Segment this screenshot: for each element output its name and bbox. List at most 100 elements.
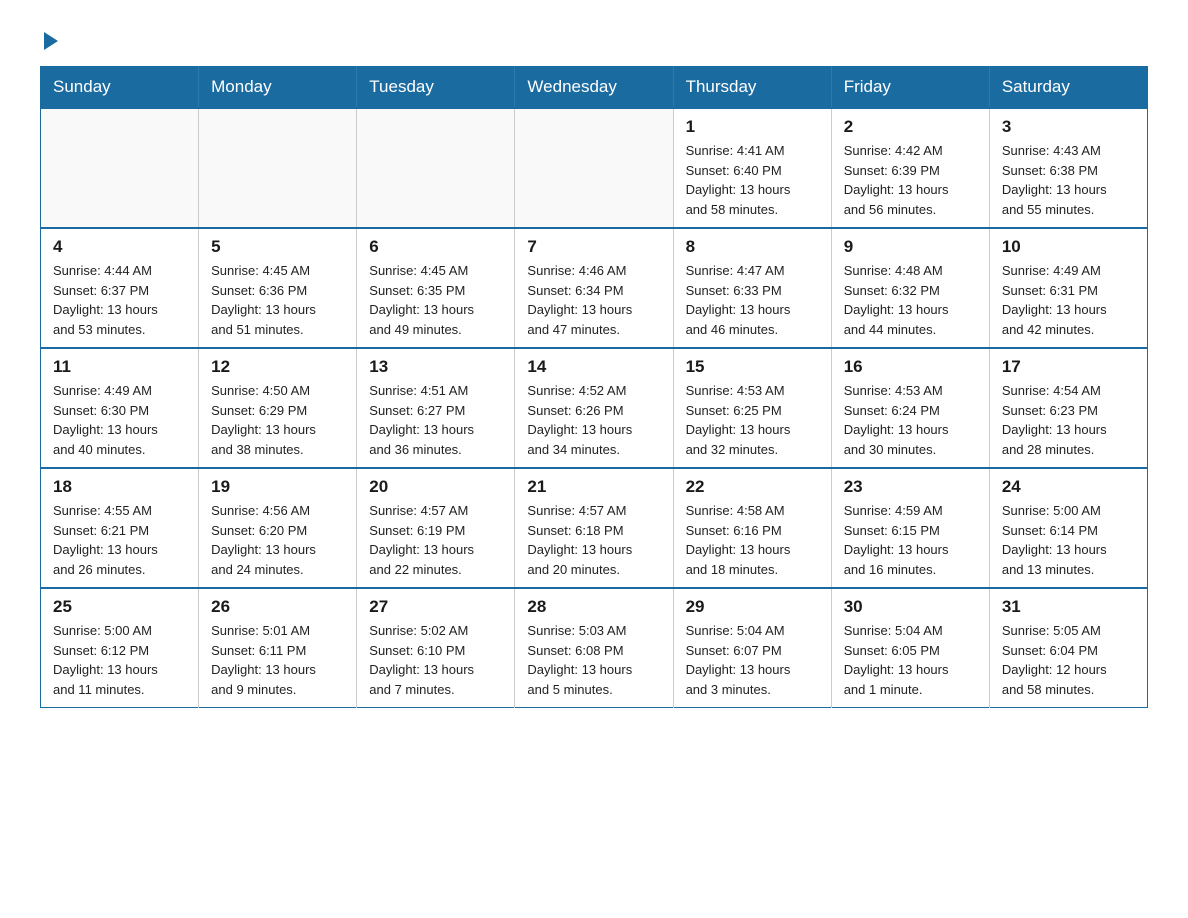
day-info: Sunrise: 4:49 AMSunset: 6:31 PMDaylight:… — [1002, 261, 1135, 339]
day-info: Sunrise: 4:45 AMSunset: 6:35 PMDaylight:… — [369, 261, 502, 339]
day-number: 5 — [211, 237, 344, 257]
day-info: Sunrise: 5:01 AMSunset: 6:11 PMDaylight:… — [211, 621, 344, 699]
calendar-cell: 27 Sunrise: 5:02 AMSunset: 6:10 PMDayligh… — [357, 588, 515, 708]
day-info: Sunrise: 4:43 AMSunset: 6:38 PMDaylight:… — [1002, 141, 1135, 219]
day-info: Sunrise: 4:51 AMSunset: 6:27 PMDaylight:… — [369, 381, 502, 459]
day-info: Sunrise: 5:00 AMSunset: 6:14 PMDaylight:… — [1002, 501, 1135, 579]
day-number: 19 — [211, 477, 344, 497]
day-info: Sunrise: 4:47 AMSunset: 6:33 PMDaylight:… — [686, 261, 819, 339]
calendar-cell: 22 Sunrise: 4:58 AMSunset: 6:16 PMDayligh… — [673, 468, 831, 588]
day-number: 29 — [686, 597, 819, 617]
calendar-header: SundayMondayTuesdayWednesdayThursdayFrid… — [41, 67, 1148, 109]
day-info: Sunrise: 4:46 AMSunset: 6:34 PMDaylight:… — [527, 261, 660, 339]
calendar-cell: 30 Sunrise: 5:04 AMSunset: 6:05 PMDayligh… — [831, 588, 989, 708]
calendar-cell: 25Sunrise: 5:00 AMSunset: 6:12 PMDayligh… — [41, 588, 199, 708]
day-of-week-header: Thursday — [673, 67, 831, 109]
day-info: Sunrise: 4:54 AMSunset: 6:23 PMDaylight:… — [1002, 381, 1135, 459]
calendar-week-row: 4Sunrise: 4:44 AMSunset: 6:37 PMDaylight… — [41, 228, 1148, 348]
day-info: Sunrise: 4:53 AMSunset: 6:24 PMDaylight:… — [844, 381, 977, 459]
calendar-cell: 16 Sunrise: 4:53 AMSunset: 6:24 PMDayligh… — [831, 348, 989, 468]
day-number: 14 — [527, 357, 660, 377]
calendar-cell: 12 Sunrise: 4:50 AMSunset: 6:29 PMDayligh… — [199, 348, 357, 468]
calendar-cell: 15 Sunrise: 4:53 AMSunset: 6:25 PMDayligh… — [673, 348, 831, 468]
day-headers-row: SundayMondayTuesdayWednesdayThursdayFrid… — [41, 67, 1148, 109]
calendar-cell: 10 Sunrise: 4:49 AMSunset: 6:31 PMDayligh… — [989, 228, 1147, 348]
day-number: 4 — [53, 237, 186, 257]
calendar-cell: 2 Sunrise: 4:42 AMSunset: 6:39 PMDaylight… — [831, 108, 989, 228]
day-number: 3 — [1002, 117, 1135, 137]
calendar-cell: 26Sunrise: 5:01 AMSunset: 6:11 PMDayligh… — [199, 588, 357, 708]
logo-arrow-icon — [44, 32, 58, 50]
day-info: Sunrise: 5:02 AMSunset: 6:10 PMDaylight:… — [369, 621, 502, 699]
calendar-cell: 29 Sunrise: 5:04 AMSunset: 6:07 PMDayligh… — [673, 588, 831, 708]
day-info: Sunrise: 5:05 AMSunset: 6:04 PMDaylight:… — [1002, 621, 1135, 699]
day-number: 31 — [1002, 597, 1135, 617]
calendar-cell: 11 Sunrise: 4:49 AMSunset: 6:30 PMDayligh… — [41, 348, 199, 468]
day-info: Sunrise: 4:56 AMSunset: 6:20 PMDaylight:… — [211, 501, 344, 579]
calendar-cell: 17 Sunrise: 4:54 AMSunset: 6:23 PMDayligh… — [989, 348, 1147, 468]
calendar-body: 1 Sunrise: 4:41 AMSunset: 6:40 PMDaylight… — [41, 108, 1148, 708]
day-info: Sunrise: 4:50 AMSunset: 6:29 PMDaylight:… — [211, 381, 344, 459]
day-number: 9 — [844, 237, 977, 257]
calendar-cell — [41, 108, 199, 228]
calendar-cell: 21Sunrise: 4:57 AMSunset: 6:18 PMDayligh… — [515, 468, 673, 588]
calendar-week-row: 1 Sunrise: 4:41 AMSunset: 6:40 PMDaylight… — [41, 108, 1148, 228]
day-number: 11 — [53, 357, 186, 377]
day-number: 28 — [527, 597, 660, 617]
day-info: Sunrise: 4:55 AMSunset: 6:21 PMDaylight:… — [53, 501, 186, 579]
day-info: Sunrise: 4:41 AMSunset: 6:40 PMDaylight:… — [686, 141, 819, 219]
day-info: Sunrise: 4:57 AMSunset: 6:18 PMDaylight:… — [527, 501, 660, 579]
calendar-cell: 6 Sunrise: 4:45 AMSunset: 6:35 PMDaylight… — [357, 228, 515, 348]
day-number: 17 — [1002, 357, 1135, 377]
day-number: 24 — [1002, 477, 1135, 497]
calendar-cell: 23 Sunrise: 4:59 AMSunset: 6:15 PMDayligh… — [831, 468, 989, 588]
day-info: Sunrise: 4:49 AMSunset: 6:30 PMDaylight:… — [53, 381, 186, 459]
calendar-cell: 18 Sunrise: 4:55 AMSunset: 6:21 PMDayligh… — [41, 468, 199, 588]
calendar-cell: 3 Sunrise: 4:43 AMSunset: 6:38 PMDaylight… — [989, 108, 1147, 228]
calendar-cell: 24 Sunrise: 5:00 AMSunset: 6:14 PMDayligh… — [989, 468, 1147, 588]
day-info: Sunrise: 5:04 AMSunset: 6:07 PMDaylight:… — [686, 621, 819, 699]
day-info: Sunrise: 5:00 AMSunset: 6:12 PMDaylight:… — [53, 621, 186, 699]
day-number: 8 — [686, 237, 819, 257]
calendar-cell: 14 Sunrise: 4:52 AMSunset: 6:26 PMDayligh… — [515, 348, 673, 468]
calendar-cell: 20Sunrise: 4:57 AMSunset: 6:19 PMDayligh… — [357, 468, 515, 588]
day-number: 2 — [844, 117, 977, 137]
day-info: Sunrise: 4:58 AMSunset: 6:16 PMDaylight:… — [686, 501, 819, 579]
day-number: 7 — [527, 237, 660, 257]
day-of-week-header: Tuesday — [357, 67, 515, 109]
calendar-cell: 5 Sunrise: 4:45 AMSunset: 6:36 PMDaylight… — [199, 228, 357, 348]
calendar-cell — [199, 108, 357, 228]
day-number: 16 — [844, 357, 977, 377]
day-number: 27 — [369, 597, 502, 617]
calendar-cell: 8 Sunrise: 4:47 AMSunset: 6:33 PMDaylight… — [673, 228, 831, 348]
calendar-cell: 1 Sunrise: 4:41 AMSunset: 6:40 PMDaylight… — [673, 108, 831, 228]
calendar-cell: 4Sunrise: 4:44 AMSunset: 6:37 PMDaylight… — [41, 228, 199, 348]
day-number: 18 — [53, 477, 186, 497]
day-of-week-header: Friday — [831, 67, 989, 109]
calendar-cell: 7 Sunrise: 4:46 AMSunset: 6:34 PMDaylight… — [515, 228, 673, 348]
day-info: Sunrise: 5:04 AMSunset: 6:05 PMDaylight:… — [844, 621, 977, 699]
calendar-cell: 19 Sunrise: 4:56 AMSunset: 6:20 PMDayligh… — [199, 468, 357, 588]
calendar-cell: 31 Sunrise: 5:05 AMSunset: 6:04 PMDayligh… — [989, 588, 1147, 708]
day-number: 6 — [369, 237, 502, 257]
day-number: 10 — [1002, 237, 1135, 257]
day-info: Sunrise: 4:52 AMSunset: 6:26 PMDaylight:… — [527, 381, 660, 459]
day-number: 22 — [686, 477, 819, 497]
day-number: 23 — [844, 477, 977, 497]
calendar-cell: 13Sunrise: 4:51 AMSunset: 6:27 PMDayligh… — [357, 348, 515, 468]
day-info: Sunrise: 4:42 AMSunset: 6:39 PMDaylight:… — [844, 141, 977, 219]
day-number: 1 — [686, 117, 819, 137]
day-of-week-header: Monday — [199, 67, 357, 109]
day-number: 12 — [211, 357, 344, 377]
calendar-week-row: 25Sunrise: 5:00 AMSunset: 6:12 PMDayligh… — [41, 588, 1148, 708]
day-info: Sunrise: 4:45 AMSunset: 6:36 PMDaylight:… — [211, 261, 344, 339]
day-info: Sunrise: 5:03 AMSunset: 6:08 PMDaylight:… — [527, 621, 660, 699]
calendar-week-row: 18 Sunrise: 4:55 AMSunset: 6:21 PMDayligh… — [41, 468, 1148, 588]
day-info: Sunrise: 4:59 AMSunset: 6:15 PMDaylight:… — [844, 501, 977, 579]
logo — [40, 30, 58, 46]
day-number: 15 — [686, 357, 819, 377]
day-number: 30 — [844, 597, 977, 617]
day-info: Sunrise: 4:53 AMSunset: 6:25 PMDaylight:… — [686, 381, 819, 459]
calendar-table: SundayMondayTuesdayWednesdayThursdayFrid… — [40, 66, 1148, 708]
calendar-cell: 28 Sunrise: 5:03 AMSunset: 6:08 PMDayligh… — [515, 588, 673, 708]
